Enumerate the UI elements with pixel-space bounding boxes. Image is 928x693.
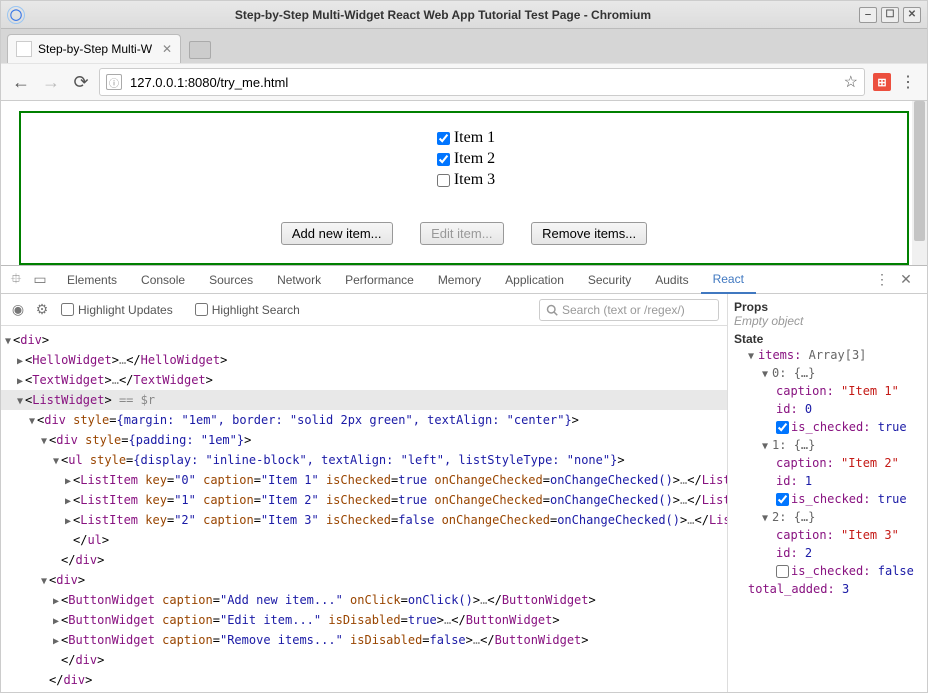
list-widget-container: Item 1 Item 2 Item 3 Add new item... Edi… [19,111,909,265]
tree-row[interactable]: ▼<div style={padding: "1em"}> [1,430,727,450]
tree-row[interactable]: ▶<ListItem key="0" caption="Item 1" isCh… [1,470,727,490]
close-tab-icon[interactable]: ✕ [162,42,172,56]
tree-row[interactable]: ▼<div> [1,570,727,590]
browser-tabstrip: Step-by-Step Multi-W ✕ [1,29,927,63]
tree-row[interactable]: ▼<ul style={display: "inline-block", tex… [1,450,727,470]
inspect-icon[interactable]: ⯐ [7,271,25,289]
tree-row[interactable]: ▶<ButtonWidget caption="Add new item..."… [1,590,727,610]
device-mode-icon[interactable]: ▭ [31,271,49,289]
window-titlebar: ◯ Step-by-Step Multi-Widget React Web Ap… [1,1,927,29]
tree-row[interactable]: ▶<ButtonWidget caption="Edit item..." is… [1,610,727,630]
tree-row[interactable]: ▶<ButtonWidget caption="Remove items..."… [1,630,727,650]
item-label: Item 3 [454,171,495,188]
devtools-tabs: ⯐ ▭ Elements Console Sources Network Per… [1,266,927,294]
item-label: Item 2 [454,150,495,167]
item-checkbox[interactable] [437,153,450,166]
tab-performance[interactable]: Performance [333,266,426,293]
tab-audits[interactable]: Audits [643,266,700,293]
react-toolbar: ◉ ⚙ Highlight Updates Highlight Search S… [1,294,727,326]
info-icon[interactable]: ⓘ [106,74,122,90]
tree-row[interactable]: ▼<ListWidget> == $r [1,390,727,410]
app-icon: ◯ [7,6,25,24]
scrollbar[interactable] [912,101,927,265]
maximize-button[interactable]: ☐ [881,7,899,23]
devtools-panel: ⯐ ▭ Elements Console Sources Network Per… [1,265,927,692]
devtools-close-icon[interactable]: ✕ [897,271,915,289]
list-item: Item 1 [433,129,495,148]
tab-sources[interactable]: Sources [197,266,265,293]
tab-memory[interactable]: Memory [426,266,493,293]
list-item: Item 3 [433,171,495,190]
item-label: Item 1 [454,129,495,146]
item-checkbox[interactable] [437,132,450,145]
tree-row[interactable]: </ul> [1,530,727,550]
browser-tab-label: Step-by-Step Multi-W [38,42,152,56]
forward-button[interactable]: → [39,70,63,94]
page-viewport: Item 1 Item 2 Item 3 Add new item... Edi… [1,101,927,265]
item-checkbox[interactable] [437,174,450,187]
tab-elements[interactable]: Elements [55,266,129,293]
tree-row[interactable]: </ListWidget> [1,690,727,692]
tree-row[interactable]: ▶<ListItem key="1" caption="Item 2" isCh… [1,490,727,510]
tree-row[interactable]: ▶<ListItem key="2" caption="Item 3" isCh… [1,510,727,530]
address-bar[interactable]: ⓘ ☆ [99,68,865,96]
react-settings-icon[interactable]: ⚙ [33,301,51,319]
props-heading: Props [734,300,921,314]
new-tab-button[interactable] [189,41,211,59]
tree-row[interactable]: ▶<TextWidget>…</TextWidget> [1,370,727,390]
add-item-button[interactable]: Add new item... [281,222,393,245]
browser-toolbar: ← → ⟳ ⓘ ☆ ⊞ ⋮ [1,63,927,101]
highlight-updates-toggle[interactable]: Highlight Updates [57,300,173,319]
tab-console[interactable]: Console [129,266,197,293]
react-component-tree[interactable]: ▼<div>▶<HelloWidget>…</HelloWidget>▶<Tex… [1,326,727,692]
minimize-button[interactable]: ‒ [859,7,877,23]
url-input[interactable] [128,74,838,91]
state-is-checked-checkbox[interactable] [776,493,789,506]
highlight-search-toggle[interactable]: Highlight Search [191,300,300,319]
tree-row[interactable]: ▶<HelloWidget>…</HelloWidget> [1,350,727,370]
window-title: Step-by-Step Multi-Widget React Web App … [31,8,855,22]
tab-network[interactable]: Network [265,266,333,293]
extension-icon[interactable]: ⊞ [873,73,891,91]
tree-row[interactable]: </div> [1,670,727,690]
remove-items-button[interactable]: Remove items... [531,222,647,245]
react-sidebar[interactable]: PropsEmpty objectState▼items: Array[3]▼0… [727,294,927,692]
state-heading: State [734,332,921,346]
tree-row[interactable]: ▼<div> [1,330,727,350]
menu-button[interactable]: ⋮ [897,71,919,93]
list-item: Item 2 [433,150,495,169]
state-is-checked-checkbox[interactable] [776,565,789,578]
items-list: Item 1 Item 2 Item 3 [433,127,495,192]
browser-tab[interactable]: Step-by-Step Multi-W ✕ [7,34,181,63]
tab-application[interactable]: Application [493,266,576,293]
react-search-input[interactable]: Search (text or /regex/) [539,299,719,321]
state-is-checked-checkbox[interactable] [776,421,789,434]
tree-row[interactable]: ▼<div style={margin: "1em", border: "sol… [1,410,727,430]
react-inspect-icon[interactable]: ◉ [9,301,27,319]
tree-row[interactable]: </div> [1,650,727,670]
page-icon [16,41,32,57]
back-button[interactable]: ← [9,70,33,94]
close-window-button[interactable]: ✕ [903,7,921,23]
devtools-menu-icon[interactable]: ⋮ [873,271,891,289]
edit-item-button[interactable]: Edit item... [420,222,503,245]
bookmark-star-icon[interactable]: ☆ [844,72,858,92]
tab-react[interactable]: React [701,267,756,294]
tree-row[interactable]: </div> [1,550,727,570]
tab-security[interactable]: Security [576,266,643,293]
reload-button[interactable]: ⟳ [69,70,93,94]
